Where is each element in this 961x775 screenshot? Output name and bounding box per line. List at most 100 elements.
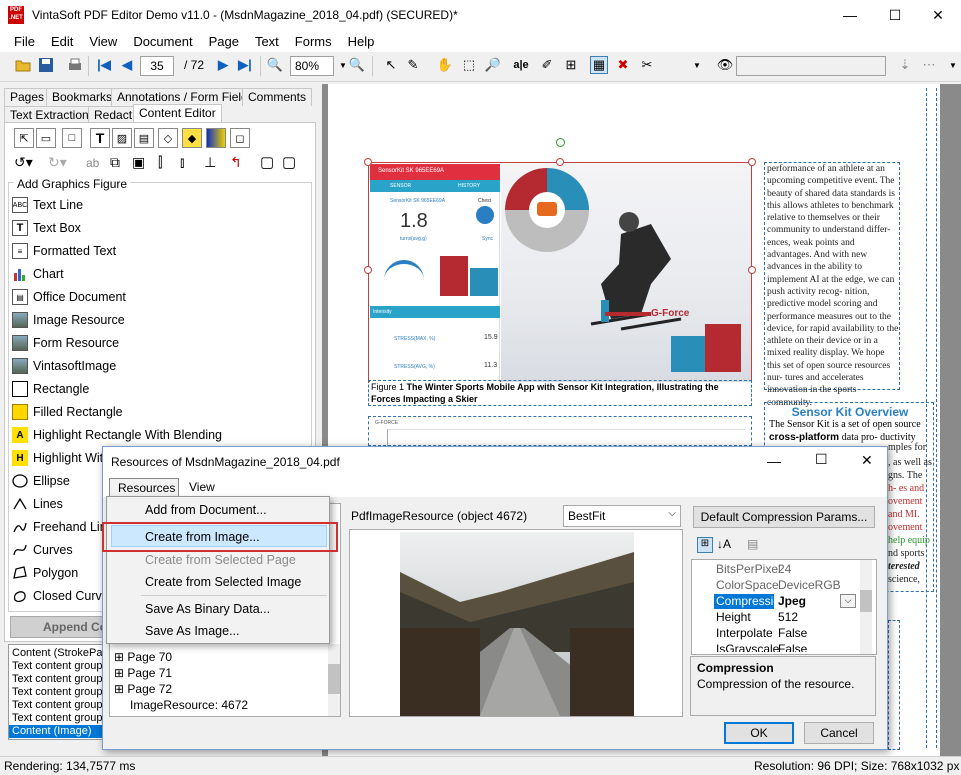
pen-tool-icon[interactable]: ✎	[404, 56, 422, 74]
pan-icon[interactable]: ✋	[436, 56, 454, 74]
figure-closed-curve[interactable]: Closed Curve	[12, 585, 109, 607]
tree-item[interactable]: ⊞ Page 70	[114, 650, 172, 664]
send-back-icon[interactable]: ▢	[282, 153, 296, 171]
group-icon[interactable]: ⧉	[110, 154, 120, 171]
tree-item[interactable]: ImageResource: 4672	[130, 698, 248, 712]
tab-content-editor[interactable]: Content Editor	[133, 104, 222, 124]
tab-bookmarks[interactable]: Bookmarks	[46, 88, 119, 106]
dialog-close-button[interactable]: ✕	[861, 452, 873, 469]
figure-freehand-line[interactable]: Freehand Line	[12, 516, 114, 538]
resize-handle[interactable]	[748, 158, 756, 166]
fill-tool-icon[interactable]: ◇	[158, 128, 178, 148]
select-tool-icon[interactable]: ⇱	[14, 128, 34, 148]
resize-handle[interactable]	[748, 266, 756, 274]
search-input[interactable]	[736, 56, 886, 76]
zoom-in-icon[interactable]: 🔍	[348, 56, 366, 74]
resize-handle[interactable]	[364, 158, 372, 166]
text-format-icon[interactable]: ab	[86, 156, 99, 170]
menu-page[interactable]: Page	[201, 34, 247, 49]
rotate-right-icon[interactable]: ↻▾	[48, 154, 67, 171]
figure-office-document[interactable]: ▤ Office Document	[12, 286, 126, 308]
default-compression-button[interactable]: Default Compression Params...	[693, 506, 875, 528]
crop-icon[interactable]: ✂	[638, 56, 656, 74]
maximize-button[interactable]: ☐	[872, 0, 918, 30]
menu-file[interactable]: File	[6, 34, 43, 49]
hierarchy-icon[interactable]: ⊞	[562, 56, 580, 74]
menu-item-add-from-document[interactable]: Add from Document...	[145, 503, 267, 517]
rotate-left-icon[interactable]: ↺▾	[14, 154, 33, 171]
menu-item-create-from-selected-image[interactable]: Create from Selected Image	[145, 575, 301, 589]
figure-curves[interactable]: Curves	[12, 539, 73, 561]
figure-image[interactable]: SensorKit SK 965EE69A SENSOR HISTORY Sen…	[368, 162, 752, 382]
ungroup-icon[interactable]: ▣	[132, 154, 145, 171]
dialog-maximize-button[interactable]: ☐	[815, 451, 828, 468]
tree-item[interactable]: ⊞ Page 71	[114, 666, 172, 680]
property-row[interactable]: Interpolate False	[694, 626, 858, 642]
find-next-icon[interactable]: ⇣	[896, 56, 914, 74]
minimize-button[interactable]: —	[827, 0, 873, 30]
tab-comments[interactable]: Comments	[242, 88, 313, 106]
categorized-icon[interactable]: ⊞	[697, 537, 713, 553]
stroke-icon[interactable]: ◻	[230, 128, 250, 148]
rotate-handle[interactable]	[556, 138, 565, 147]
dialog-menu-resources[interactable]: Resources	[109, 478, 179, 497]
figure-text-box[interactable]: T Text Box	[12, 217, 81, 239]
fill-color-icon[interactable]: ◆	[182, 128, 202, 148]
property-row[interactable]: ColorSpace DeviceRGB	[694, 578, 858, 594]
bring-front-icon[interactable]: ▢	[260, 153, 274, 171]
move-icon[interactable]: ↰	[230, 154, 242, 171]
figure-highlight-with[interactable]: H Highlight Wit	[12, 447, 103, 469]
menu-document[interactable]: Document	[125, 34, 200, 49]
figure-chart[interactable]: Chart	[12, 263, 64, 285]
property-scrollbar-thumb[interactable]	[860, 590, 872, 612]
figure-text-line[interactable]: ABC Text Line	[12, 194, 83, 216]
print-icon[interactable]	[66, 56, 84, 74]
list-item-selected[interactable]: Content (Image)	[9, 725, 103, 738]
next-page-icon[interactable]: ▶	[214, 56, 232, 74]
property-pages-icon[interactable]: ▤	[747, 537, 758, 551]
figure-filled-rectangle[interactable]: Filled Rectangle	[12, 401, 123, 423]
property-row-selected[interactable]: CompressionJpeg⌵	[694, 594, 858, 610]
ok-button[interactable]: OK	[724, 722, 794, 744]
binoculars-icon[interactable]: 👁	[716, 56, 734, 74]
content-editor-icon[interactable]: ▦	[590, 56, 608, 74]
menu-item-save-as-binary[interactable]: Save As Binary Data...	[145, 602, 270, 616]
figure-lines[interactable]: Lines	[12, 493, 63, 515]
tree-scrollbar-thumb[interactable]	[328, 664, 340, 694]
zoom-input[interactable]	[290, 56, 334, 76]
toolbar-overflow-icon[interactable]: ▼	[688, 56, 706, 74]
chevron-down-icon[interactable]: ⌵	[840, 594, 856, 608]
zoom-out-icon[interactable]: 🔍	[266, 56, 284, 74]
edit-content-icon[interactable]: ✐	[538, 56, 556, 74]
property-row[interactable]: IsGrayscale False	[694, 642, 858, 652]
close-button[interactable]: ✕	[915, 0, 961, 30]
menu-help[interactable]: Help	[340, 34, 383, 49]
frame-tool-icon[interactable]: ▭	[36, 128, 56, 148]
remove-content-icon[interactable]: ✖	[614, 56, 632, 74]
save-icon[interactable]	[37, 56, 55, 74]
property-row[interactable]: BitsPerPixel 24	[694, 562, 858, 578]
toolbar-overflow-icon[interactable]: ▼	[944, 56, 961, 74]
property-row[interactable]: Height 512	[694, 610, 858, 626]
figure-form-resource[interactable]: Form Resource	[12, 332, 119, 354]
dialog-menu-view[interactable]: View	[189, 480, 215, 494]
menu-forms[interactable]: Forms	[287, 34, 340, 49]
list-item[interactable]: Content (StrokePat	[12, 647, 106, 659]
resize-handle[interactable]	[556, 158, 564, 166]
resize-handle[interactable]	[364, 266, 372, 274]
open-folder-icon[interactable]	[14, 56, 32, 74]
dialog-minimize-button[interactable]: —	[767, 453, 781, 469]
text-select-icon[interactable]: a|e	[512, 56, 530, 74]
last-page-icon[interactable]: ▶|	[236, 56, 254, 74]
align-bottom-icon[interactable]: ⊥	[204, 154, 216, 171]
image-tool-icon[interactable]: ▨	[112, 128, 132, 148]
align-center-icon[interactable]: ⫾	[180, 154, 184, 171]
cancel-button[interactable]: Cancel	[804, 722, 874, 744]
pointer-icon[interactable]: ↖	[382, 56, 400, 74]
tab-pages[interactable]: Pages	[4, 88, 51, 106]
menu-item-create-from-selected-page[interactable]: Create from Selected Page	[145, 553, 296, 567]
figure-image-resource[interactable]: Image Resource	[12, 309, 125, 331]
list-item[interactable]: Text content group	[12, 673, 103, 685]
page-number-input[interactable]	[140, 56, 174, 76]
list-item[interactable]: Text content group	[12, 660, 103, 672]
